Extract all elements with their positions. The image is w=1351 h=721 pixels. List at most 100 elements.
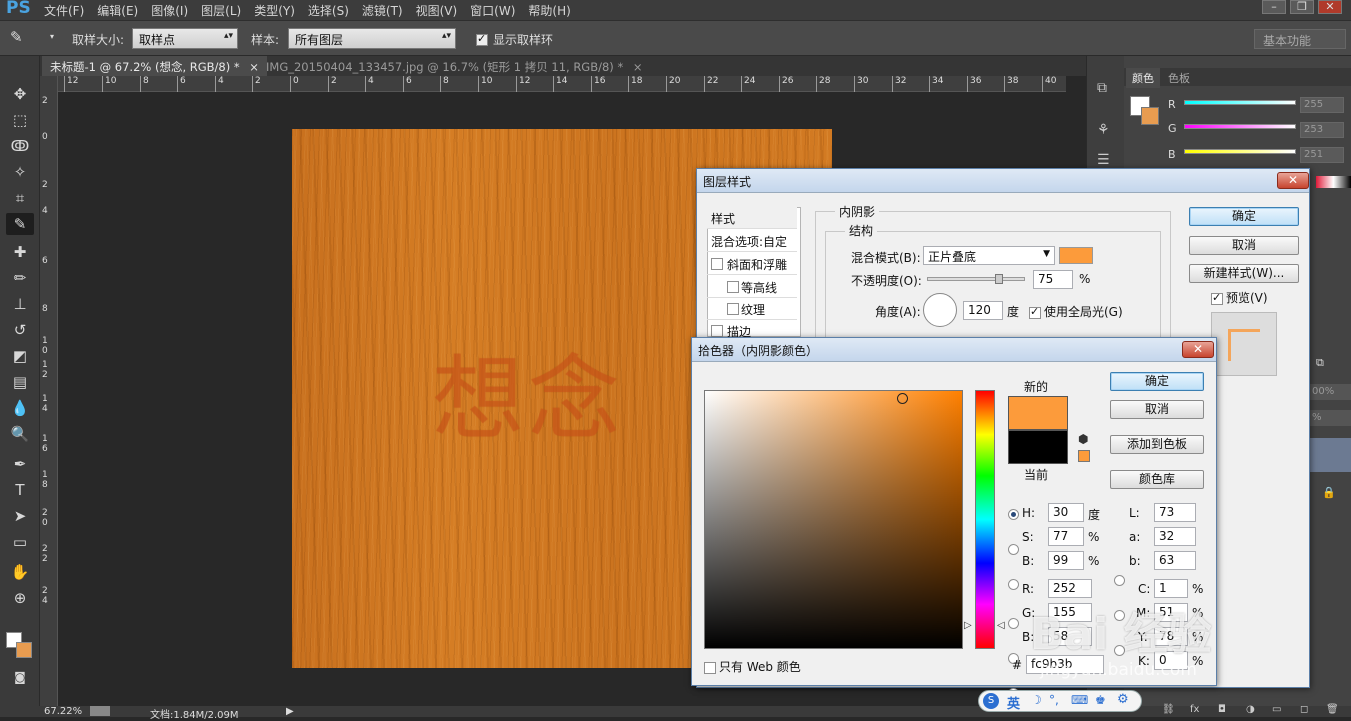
g-value[interactable]: 253 (1300, 122, 1344, 138)
out-of-gamut-cube-icon[interactable]: ⬢ (1078, 432, 1088, 446)
hue-slider-right-arrow-icon[interactable]: ◁ (997, 620, 1005, 631)
add-to-swatches-button[interactable]: 添加到色板 (1110, 435, 1204, 454)
close-window-button[interactable]: ✕ (1318, 0, 1342, 14)
lab-l-radio[interactable] (1114, 575, 1125, 586)
b-slider[interactable] (1184, 149, 1296, 154)
close-dialog-button[interactable]: ✕ (1182, 341, 1214, 358)
lab-l-input[interactable]: 73 (1154, 503, 1196, 522)
menu-select[interactable]: 选择(S) (308, 2, 349, 19)
adjust-panel-icon[interactable]: ☰ (1097, 152, 1110, 168)
delete-layer-icon[interactable]: 🗑 (1326, 704, 1339, 715)
brush-tool-icon[interactable]: ✏ (6, 267, 34, 289)
tab-document-1[interactable]: 未标题-1 @ 67.2% (想念, RGB/8) * × (42, 56, 267, 76)
style-list-header[interactable]: 样式 (707, 207, 797, 229)
r-value[interactable]: 255 (1300, 97, 1344, 113)
eyedropper-tool-icon[interactable]: ✎ (6, 213, 34, 235)
path-select-tool-icon[interactable]: ➤ (6, 505, 34, 527)
rectangle-tool-icon[interactable]: ▭ (6, 531, 34, 553)
clone-stamp-tool-icon[interactable]: ⊥ (6, 293, 34, 315)
blend-mode-select[interactable]: 正片叠底 ▼ (923, 246, 1055, 265)
menu-file[interactable]: 文件(F) (44, 2, 84, 19)
ime-skin-icon[interactable]: ♚ (1095, 693, 1106, 707)
hue-input[interactable]: 30 (1048, 503, 1084, 522)
menu-edit[interactable]: 编辑(E) (97, 2, 138, 19)
lab-a-input[interactable]: 32 (1154, 527, 1196, 546)
zoom-tool-icon[interactable]: ⊕ (6, 587, 34, 609)
mask-icon[interactable]: ◘ (1218, 704, 1226, 715)
ime-settings-icon[interactable]: ⚙ (1117, 692, 1129, 707)
saturation-input[interactable]: 77 (1048, 527, 1084, 546)
hue-radio[interactable] (1008, 509, 1019, 520)
crop-tool-icon[interactable]: ⌗ (6, 187, 34, 209)
sample-size-select[interactable]: 取样点 ▴▾ (132, 28, 238, 49)
shadow-color-swatch[interactable] (1059, 247, 1093, 264)
g-slider[interactable] (1184, 124, 1296, 129)
menu-view[interactable]: 视图(V) (416, 2, 458, 19)
red-radio[interactable] (1008, 618, 1019, 629)
quick-select-tool-icon[interactable]: ✧ (6, 161, 34, 183)
r-slider[interactable] (1184, 100, 1296, 105)
global-light-checkbox[interactable] (1029, 305, 1041, 319)
eraser-tool-icon[interactable]: ◩ (6, 345, 34, 367)
workspace-select[interactable]: 基本功能 (1254, 29, 1346, 49)
angle-dial[interactable] (923, 293, 957, 327)
color-ramp[interactable] (1316, 176, 1351, 188)
ime-logo-icon[interactable]: S (983, 693, 999, 709)
brush-panel-icon[interactable]: ⚘ (1097, 122, 1110, 138)
status-icon[interactable] (90, 706, 110, 716)
style-item-bevel[interactable]: 斜面和浮雕 (707, 253, 797, 275)
eyedropper-tool-icon[interactable]: ✎ (10, 28, 23, 46)
healing-brush-tool-icon[interactable]: ✚ (6, 241, 34, 263)
tab-document-2[interactable]: IMG_20150404_133457.jpg @ 16.7% (矩形 1 拷贝… (258, 56, 651, 76)
menu-image[interactable]: 图像(I) (151, 2, 188, 19)
ime-punct-icon[interactable]: °, (1049, 693, 1059, 707)
angle-input[interactable]: 120 (963, 301, 1003, 320)
move-tool-icon[interactable]: ✥ (6, 83, 34, 105)
opacity-input[interactable]: 75 (1033, 270, 1073, 289)
color-field[interactable] (704, 390, 963, 649)
ime-moon-icon[interactable]: ☽ (1031, 693, 1042, 707)
brightness-radio[interactable] (1008, 579, 1019, 590)
fill-field[interactable]: % (1310, 410, 1351, 426)
cancel-button[interactable]: 取消 (1189, 236, 1299, 255)
link-layers-icon[interactable]: ⛓ (1162, 704, 1175, 715)
close-dialog-button[interactable]: ✕ (1277, 172, 1309, 189)
opacity-slider[interactable] (927, 277, 1025, 281)
adjustment-icon[interactable]: ◑ (1246, 704, 1255, 715)
show-ring-checkbox[interactable] (476, 32, 488, 46)
ime-language[interactable]: 英 (1007, 693, 1020, 712)
pen-tool-icon[interactable]: ✒ (6, 453, 34, 475)
tool-preset-chevron-icon[interactable]: ▾ (50, 32, 54, 41)
menu-filter[interactable]: 滤镜(T) (362, 2, 403, 19)
gradient-tool-icon[interactable]: ▤ (6, 371, 34, 393)
saturation-radio[interactable] (1008, 544, 1019, 555)
opacity-field[interactable]: 00% (1310, 384, 1351, 400)
new-layer-icon[interactable]: ◻ (1300, 704, 1308, 715)
history-brush-tool-icon[interactable]: ↺ (6, 319, 34, 341)
menu-layer[interactable]: 图层(L) (201, 2, 241, 19)
b-value[interactable]: 251 (1300, 147, 1344, 163)
lab-b-input[interactable]: 63 (1154, 551, 1196, 570)
color-libraries-button[interactable]: 颜色库 (1110, 470, 1204, 489)
close-tab-icon[interactable]: × (633, 60, 643, 74)
menu-help[interactable]: 帮助(H) (528, 2, 570, 19)
brightness-input[interactable]: 99 (1048, 551, 1084, 570)
sample-select[interactable]: 所有图层 ▴▾ (288, 28, 456, 49)
blur-tool-icon[interactable]: 💧 (6, 397, 34, 419)
cyan-input[interactable]: 1 (1154, 579, 1188, 598)
hand-tool-icon[interactable]: ✋ (6, 561, 34, 583)
menu-type[interactable]: 类型(Y) (254, 2, 295, 19)
menu-window[interactable]: 窗口(W) (470, 2, 515, 19)
style-item-contour[interactable]: 等高线 (707, 276, 797, 298)
web-only-checkbox[interactable] (704, 660, 716, 674)
new-style-button[interactable]: 新建样式(W)... (1189, 264, 1299, 283)
type-tool-icon[interactable]: T (6, 479, 34, 501)
current-color-swatch[interactable] (1008, 430, 1068, 464)
status-menu-arrow-icon[interactable]: ▶ (286, 706, 294, 717)
group-icon[interactable]: ▭ (1272, 704, 1281, 715)
layers-panel-icon[interactable]: ⧉ (1316, 356, 1324, 370)
red-input[interactable]: 252 (1048, 579, 1092, 598)
panel-background-swatch[interactable] (1141, 107, 1159, 125)
zoom-level[interactable]: 67.22% (44, 706, 82, 717)
ok-button[interactable]: 确定 (1110, 372, 1204, 391)
